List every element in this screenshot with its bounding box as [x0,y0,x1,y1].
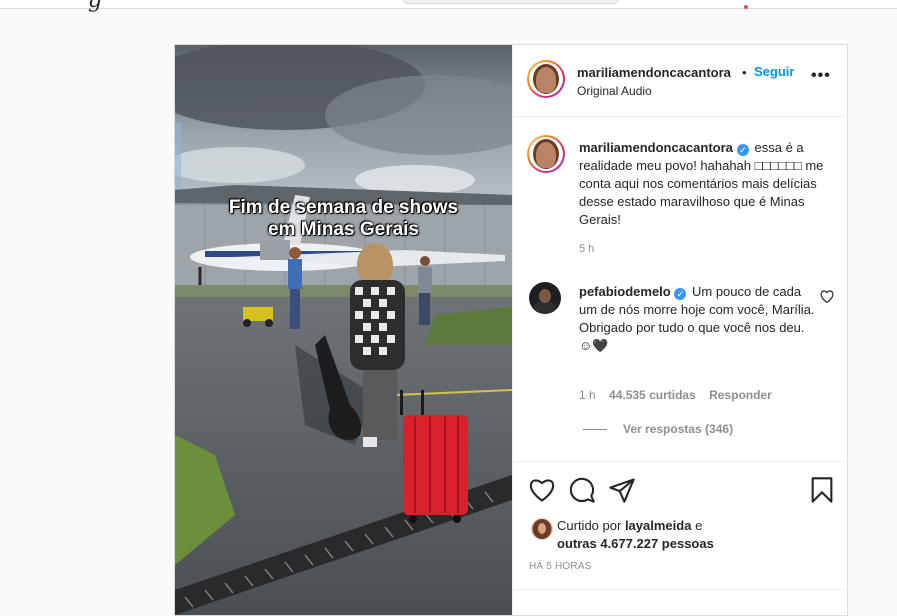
top-navigation-bar: g [0,0,897,13]
post-caption: mariliamendoncacantora ✓ essa é a realida… [579,139,839,229]
post-sidebar: mariliamendoncacantora • Seguir Original… [512,45,848,615]
author-avatar[interactable] [527,60,565,98]
video-overlay-caption: Fim de semana de shows em Minas Gerais [175,197,512,241]
post-video[interactable]: Fim de semana de shows em Minas Gerais [175,45,512,615]
overlay-line-1: Fim de semana de shows [228,197,459,218]
likes-others-count[interactable]: outras 4.677.227 pessoas [557,536,714,551]
video-frame-illustration [175,45,512,615]
view-replies-label: Ver respostas (346) [623,422,734,436]
likes-conjunction: e [695,518,703,533]
share-icon[interactable] [608,476,636,504]
author-username[interactable]: mariliamendoncacantora [577,65,731,80]
comment-likes-count[interactable]: 44.535 curtidas [609,388,696,402]
comment-icon[interactable] [568,476,596,504]
separator-dot: • [742,65,747,80]
follow-button[interactable]: Seguir [754,64,794,79]
verified-badge-icon: ✓ [674,288,687,300]
post-card: Fim de semana de shows em Minas Gerais m… [174,44,848,616]
caption-timestamp[interactable]: 5 h [579,243,594,255]
heart-icon[interactable] [528,476,556,504]
post-actions-bar [513,461,848,518]
replies-divider [583,429,607,431]
comment-timestamp[interactable]: 1 h [579,388,596,402]
view-replies-button[interactable]: Ver respostas (346) [583,422,733,436]
overlay-line-2: em Minas Gerais [267,219,420,240]
likes-summary: Curtido por layalmeida e outras 4.677.22… [557,517,827,553]
caption-author-avatar[interactable] [527,135,565,173]
comment-meta: 1 h 44.535 curtidas Responder [579,388,782,402]
search-input[interactable] [403,0,619,4]
post-timestamp[interactable]: HÁ 5 HORAS [529,561,592,572]
verified-badge-icon: ✓ [736,144,749,156]
commenter-username[interactable]: pefabiodemelo [579,284,671,299]
bookmark-icon[interactable] [808,476,836,504]
liker-username[interactable]: layalmeida [625,518,692,533]
instagram-logo[interactable]: g [88,0,102,13]
add-comment-area[interactable] [513,589,848,616]
audio-link[interactable]: Original Audio [577,84,652,98]
likes-prefix: Curtido por [557,518,622,533]
commenter-avatar[interactable] [529,282,561,314]
comment-item: pefabiodemelo ✓ Um pouco de cada um de n… [579,283,815,355]
comment-text-line2: Obrigado por tudo o que você nos deu. ☺🖤 [579,320,805,353]
more-options-icon[interactable]: ••• [811,67,831,85]
caption-username[interactable]: mariliamendoncacantora [579,140,733,155]
reply-button[interactable]: Responder [709,388,772,402]
comment-like-heart-icon[interactable] [820,290,834,303]
liker-avatar[interactable] [531,518,553,540]
post-header: mariliamendoncacantora • Seguir Original… [513,45,848,117]
notification-dot-icon [744,5,748,9]
